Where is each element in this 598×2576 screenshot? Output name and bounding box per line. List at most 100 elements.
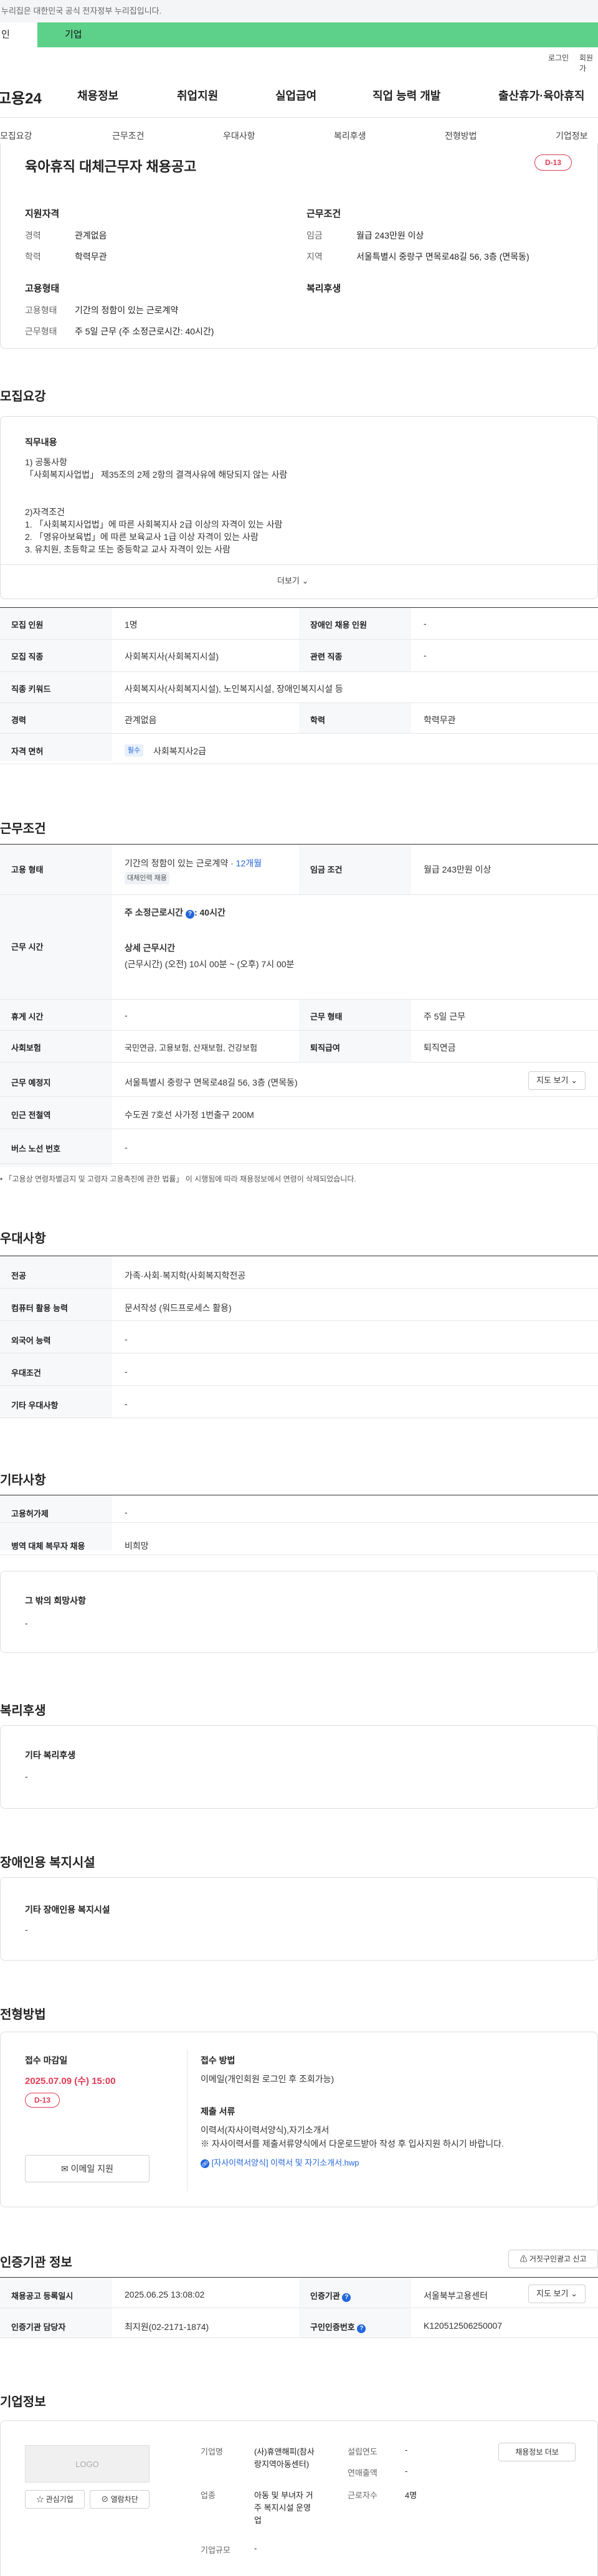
substitute-tag: 대체인력 채용: [125, 872, 169, 884]
education-label: 학력: [25, 252, 41, 262]
report-label: 거짓구인광고 신고: [529, 2255, 587, 2263]
manager-value: 최지원(02-2171-1874): [125, 2322, 209, 2332]
info-icon[interactable]: ?: [185, 910, 194, 919]
info-icon[interactable]: ?: [357, 2324, 366, 2333]
subnav-recruit[interactable]: 모집요강: [0, 130, 32, 142]
map-button-label: 지도 보기: [536, 1076, 569, 1085]
email-apply-label: 이메일 지원: [70, 2164, 113, 2174]
benefit-heading: 복리후생: [0, 1704, 46, 1718]
method-value: 이메일(개인회원 로그인 후 조회가능): [201, 2074, 335, 2084]
attachment-icon: 🔗︎: [201, 2159, 209, 2168]
subnav-preferences[interactable]: 우대사항: [223, 130, 255, 142]
hours-std-value: : 40시간: [194, 907, 225, 917]
docs-download-link[interactable]: 🔗︎ [자사이력서양식] 이력서 및 자기소개서.hwp: [201, 2156, 359, 2168]
work-type-value: 주 5일 근무 (주 소정근로시간: 40시간): [75, 326, 214, 336]
gnb-item-parental-leave[interactable]: 출산휴가·육아휴직: [498, 87, 584, 103]
keyword-label: 직종 키워드: [11, 684, 51, 694]
military-label: 병역 대체 복무자 채용: [11, 1541, 85, 1551]
more-button[interactable]: 더보기 ⌄: [277, 574, 308, 586]
method-heading: 접수 방법: [201, 2055, 235, 2065]
site-logo[interactable]: 고용24: [0, 86, 42, 108]
gnb-item-employment-support[interactable]: 취업지원: [177, 87, 218, 103]
divider: [0, 1163, 598, 1164]
company-jobs-button[interactable]: 채용정보 더보: [498, 2443, 576, 2461]
other-pref-label: 기타 우대사항: [11, 1401, 59, 1410]
employment-heading: 고용형태: [25, 283, 60, 294]
computer-skill-label: 컴퓨터 활용 능력: [11, 1304, 68, 1313]
block-view-button[interactable]: ⊘ 열람차단: [90, 2490, 150, 2509]
login-link[interactable]: 로그인: [548, 52, 569, 63]
page: 누리집은 대한민국 공식 전자정부 누리집입니다. 인 기업 로그인 회원가 고…: [0, 0, 598, 2576]
rest-label: 휴게 시간: [11, 1012, 44, 1021]
subnav-company[interactable]: 기업정보: [556, 130, 588, 142]
signup-link[interactable]: 회원가: [579, 52, 598, 73]
auth-map-label: 지도 보기: [536, 2289, 569, 2298]
gnb-item-vocational-training[interactable]: 직업 능력 개발: [373, 87, 440, 103]
industry-value-1: 아동 및 부녀자 거: [254, 2491, 313, 2500]
tab-corporate[interactable]: 기업: [37, 22, 598, 47]
region-value: 서울특별시 중랑구 면목로48길 56, 3층 (면목동): [356, 252, 529, 262]
dday-badge: D-13: [534, 154, 572, 171]
auth-number-value: K120512506250007: [424, 2321, 503, 2331]
insurance-label: 사회보험: [11, 1043, 41, 1053]
subnav-welfare[interactable]: 복리후생: [334, 130, 366, 142]
sales-value: -: [405, 2466, 408, 2476]
company-name-label: 기업명: [201, 2447, 223, 2456]
divider: [0, 2337, 598, 2338]
recruit-heading: 모집요강: [0, 390, 46, 404]
employment-type-value: 기간의 정함이 있는 근로계약: [75, 305, 179, 315]
disab-heading: 장애인용 복지시설: [0, 1856, 95, 1870]
hours-std-label: 주 소정근로시간: [125, 907, 184, 917]
wage-value: 월급 243만원 이상: [356, 230, 424, 240]
education-value: 학력무관: [424, 715, 456, 725]
auth-heading: 인증기관 정보: [0, 2256, 72, 2270]
divider: [0, 733, 598, 734]
duty-line: 2)자격조건: [25, 507, 65, 517]
pref-condition-label: 우대조건: [11, 1368, 41, 1378]
subnav-selection[interactable]: 전형방법: [445, 130, 477, 142]
chevron-down-icon: ⌄: [571, 2289, 577, 2298]
deadline-heading: 접수 마감일: [25, 2055, 68, 2065]
work-type-label: 근무형태: [25, 326, 57, 336]
required-badge: 필수: [125, 744, 143, 757]
duty-line: 「사회복지사업법」 제35조의 2제 2항의 결격사유에 해당되지 않는 사람: [25, 470, 288, 480]
block-icon: ⊘: [101, 2495, 109, 2504]
siren-icon: ⚠: [520, 2255, 528, 2263]
work-heading: 근무조건: [0, 822, 46, 836]
favorite-company-button[interactable]: ☆ 관심기업: [25, 2490, 85, 2509]
map-button[interactable]: 지도 보기 ⌄: [528, 1071, 586, 1090]
emp-type-label: 고용 형태: [11, 865, 44, 874]
gnb-item-jobs[interactable]: 채용정보: [77, 87, 118, 103]
disab-box-heading: 기타 장애인용 복지시설: [25, 1905, 110, 1915]
benefit-card: [0, 1725, 598, 1809]
other-wish-value: -: [25, 1618, 28, 1628]
welfare-heading: 복리후생: [306, 283, 341, 294]
subway-value: 수도권 7호선 사가정 1번출구 200M: [125, 1110, 254, 1120]
tab-personal[interactable]: 인: [0, 22, 37, 47]
career-value: 관계없음: [75, 230, 107, 240]
condition-heading: 근무조건: [306, 209, 341, 219]
duty-heading: 직무내용: [25, 437, 57, 447]
mail-icon: ✉: [61, 2164, 69, 2174]
pref-heading: 우대사항: [0, 1232, 46, 1246]
auth-map-button[interactable]: 지도 보기 ⌄: [528, 2285, 586, 2303]
emp-months: 12개월: [235, 858, 262, 868]
divider: [0, 1385, 598, 1386]
other-wish-heading: 그 밖의 희망사항: [25, 1596, 86, 1606]
email-apply-button[interactable]: ✉ 이메일 지원: [25, 2155, 150, 2182]
divider: [0, 894, 598, 895]
disabled-hire-label: 장애인 채용 인원: [310, 620, 367, 630]
insurance-value: 국민연금, 고용보험, 산재보험, 건강보험: [125, 1043, 258, 1053]
auth-org-label-text: 인증기관: [310, 2291, 340, 2301]
divider: [0, 1062, 598, 1063]
gnb-item-unemployment-benefit[interactable]: 실업급여: [275, 87, 316, 103]
hours-detail-heading: 상세 근무시간: [125, 943, 176, 953]
subnav-work-conditions[interactable]: 근무조건: [112, 130, 145, 142]
company-size-value: -: [254, 2544, 257, 2553]
other-wish-card: [0, 1571, 598, 1653]
language-label: 외국어 능력: [11, 1336, 51, 1345]
info-icon[interactable]: ?: [342, 2293, 351, 2302]
hours-detail-value: (근무시간) (오전) 10시 00분 ~ (오후) 7시 00분: [125, 959, 295, 969]
false-ad-report-button[interactable]: ⚠ 거짓구인광고 신고: [508, 2250, 598, 2268]
employment-type-label: 고용형태: [25, 305, 57, 315]
